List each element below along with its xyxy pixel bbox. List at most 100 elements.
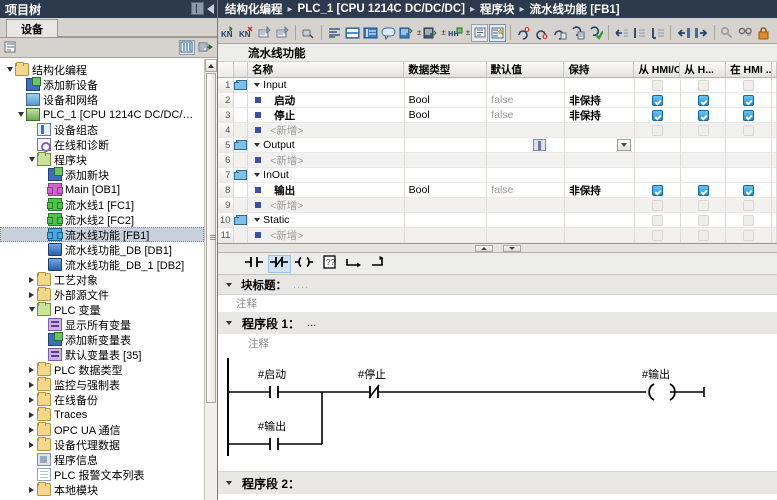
tree-twisty-open-icon[interactable]: [4, 64, 15, 75]
interface-splitter[interactable]: [218, 244, 777, 253]
cell-datatype[interactable]: [404, 168, 488, 183]
no-contact-button[interactable]: [243, 255, 266, 273]
tree-item-0[interactable]: 结构化编程: [0, 62, 204, 77]
scroll-up-button[interactable]: [205, 59, 217, 72]
tree-item-21[interactable]: 监控与强制表: [0, 377, 204, 392]
redo-action-icon[interactable]: [551, 24, 568, 42]
cell-name[interactable]: Input: [248, 78, 405, 93]
tree-item-4[interactable]: 设备组态: [0, 122, 204, 137]
tree-item-20[interactable]: PLC 数据类型: [0, 362, 204, 377]
tree-item-5[interactable]: 在线和诊断: [0, 137, 204, 152]
cell-hmi-3[interactable]: [726, 198, 772, 213]
tree-item-1[interactable]: 添加新设备: [0, 77, 204, 92]
cell-default[interactable]: [487, 78, 566, 93]
cell-datatype[interactable]: [404, 123, 488, 138]
tree-item-9[interactable]: 流水线1 [FC1]: [0, 197, 204, 212]
cell-hmi-opc[interactable]: [635, 183, 681, 198]
tree-twisty-closed-icon[interactable]: [26, 289, 37, 300]
glasses-icon[interactable]: [737, 24, 754, 42]
cell-name[interactable]: <新增>: [248, 228, 405, 243]
retain-dropdown-button[interactable]: [617, 139, 632, 151]
table-row[interactable]: 4 <新增>: [218, 123, 777, 138]
checkbox[interactable]: [743, 214, 755, 226]
tree-item-22[interactable]: 在线备份: [0, 392, 204, 407]
cell-hmi-opc[interactable]: [635, 138, 681, 153]
tree-twisty-closed-icon[interactable]: [26, 379, 37, 390]
block-title-value[interactable]: ....: [293, 279, 309, 291]
cell-name[interactable]: <新增>: [248, 198, 405, 213]
column-header-hmi-3[interactable]: 在 HMI ...: [726, 62, 772, 77]
columns-icon[interactable]: [179, 40, 195, 55]
column-header-default[interactable]: 默认值: [487, 62, 565, 77]
tree-item-7[interactable]: 添加新块: [0, 167, 204, 182]
checkbox[interactable]: [743, 94, 755, 106]
cell-hmi-opc[interactable]: [635, 228, 681, 243]
table-view-icon[interactable]: [362, 24, 379, 42]
nc-contact-button[interactable]: [268, 254, 291, 273]
next-bookmark-icon[interactable]: [693, 24, 710, 42]
cell-hmi-opc[interactable]: [635, 78, 681, 93]
network-down-stepper[interactable]: ±: [441, 28, 445, 37]
tree-twisty-closed-icon[interactable]: [26, 364, 37, 375]
tree-item-18[interactable]: 添加新变量表: [0, 332, 204, 347]
checkbox[interactable]: [743, 229, 755, 241]
cell-default[interactable]: [487, 168, 566, 183]
tree-twisty-open-icon[interactable]: [26, 304, 37, 315]
cell-retain[interactable]: 非保持: [565, 183, 636, 198]
download-consistent-icon[interactable]: [587, 24, 604, 42]
checkbox[interactable]: [743, 124, 755, 136]
cell-hmi-opc[interactable]: [635, 108, 681, 123]
tree-item-15[interactable]: 外部源文件: [0, 287, 204, 302]
cell-hmi-opc[interactable]: [635, 123, 681, 138]
tree-item-26[interactable]: 程序信息: [0, 452, 204, 467]
indent-down-icon[interactable]: [649, 24, 666, 42]
tree-twisty-open-icon[interactable]: [15, 109, 26, 120]
table-row[interactable]: 9 <新增>: [218, 198, 777, 213]
breadcrumb-item[interactable]: 结构化编程: [225, 1, 283, 17]
cell-default[interactable]: false: [487, 183, 566, 198]
checkbox[interactable]: [652, 214, 664, 226]
cell-default[interactable]: [487, 138, 566, 153]
table-row[interactable]: 3 停止 Bool false 非保持: [218, 108, 777, 123]
tree-item-14[interactable]: 工艺对象: [0, 272, 204, 287]
breadcrumb-item[interactable]: PLC_1 [CPU 1214C DC/DC/DC]: [298, 3, 465, 15]
column-header-name[interactable]: 名称: [248, 62, 405, 77]
tree-twisty-closed-icon[interactable]: [26, 394, 37, 405]
insert-empty-box-icon[interactable]: [274, 24, 291, 42]
tree-item-12[interactable]: 流水线功能_DB [DB1]: [0, 242, 204, 257]
cell-hmi-3[interactable]: [726, 123, 772, 138]
split-view-icon[interactable]: [191, 2, 204, 15]
lock-icon[interactable]: [755, 24, 772, 42]
tree-item-24[interactable]: OPC UA 通信: [0, 422, 204, 437]
monitor-icon[interactable]: [719, 24, 736, 42]
goto-error-icon[interactable]: [515, 24, 532, 42]
breadcrumb-item[interactable]: 流水线功能 [FB1]: [530, 1, 620, 17]
update-inconsistent-icon[interactable]: [569, 24, 586, 42]
indent-up-icon[interactable]: [631, 24, 648, 42]
cell-retain[interactable]: [565, 153, 636, 168]
cell-name[interactable]: <新增>: [248, 123, 405, 138]
checkbox[interactable]: [652, 79, 664, 91]
column-header-retain[interactable]: 保持: [564, 62, 635, 77]
indent-left-icon[interactable]: [613, 24, 630, 42]
project-tree-scrollbar[interactable]: [204, 59, 217, 500]
tree-item-13[interactable]: 流水线功能_DB_1 [DB2]: [0, 257, 204, 272]
tree-twisty-closed-icon[interactable]: [26, 484, 37, 495]
tree-twisty-open-icon[interactable]: [26, 154, 37, 165]
expand-section-icon[interactable]: [254, 143, 261, 147]
cell-hmi-opc[interactable]: [635, 168, 681, 183]
tree-twisty-closed-icon[interactable]: [26, 409, 37, 420]
tree-item-17[interactable]: 显示所有变量: [0, 317, 204, 332]
expand-section-icon[interactable]: [254, 83, 261, 87]
tree-item-23[interactable]: Traces: [0, 407, 204, 422]
cell-retain[interactable]: [565, 213, 636, 228]
table-row[interactable]: 1 Input: [218, 78, 777, 93]
coil-button[interactable]: [293, 255, 316, 273]
cell-hmi-2[interactable]: [680, 228, 727, 243]
absolute-relative-stepper[interactable]: ±: [466, 28, 470, 37]
checkbox[interactable]: [697, 214, 709, 226]
tree-item-10[interactable]: 流水线2 [FC2]: [0, 212, 204, 227]
cell-hmi-2[interactable]: [680, 78, 727, 93]
checkbox[interactable]: [743, 109, 755, 121]
table-row[interactable]: 10 Static: [218, 213, 777, 228]
